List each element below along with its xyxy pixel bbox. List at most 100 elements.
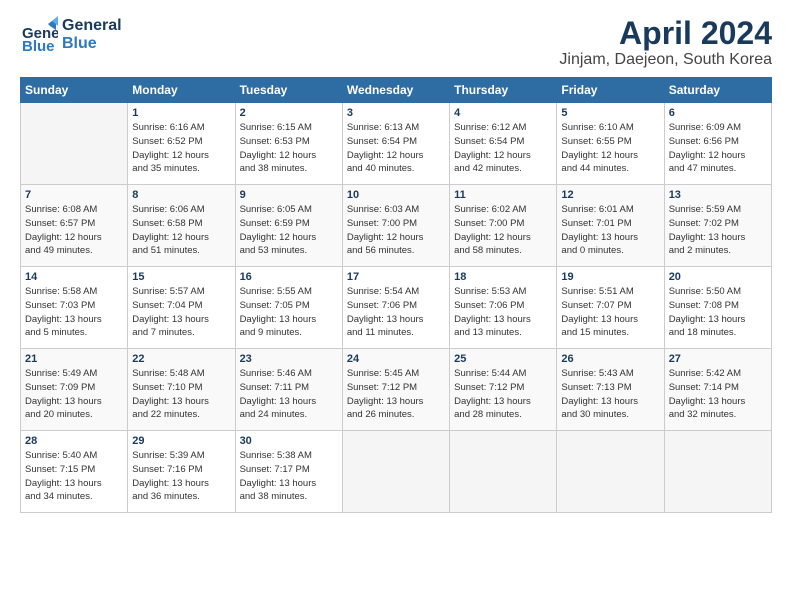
day-info: Sunrise: 6:16 AMSunset: 6:52 PMDaylight:… bbox=[132, 121, 230, 176]
day-info: Sunrise: 6:01 AMSunset: 7:01 PMDaylight:… bbox=[561, 203, 659, 258]
day-cell: 10 Sunrise: 6:03 AMSunset: 7:00 PMDayligh… bbox=[342, 185, 449, 267]
day-number: 25 bbox=[454, 353, 552, 365]
day-info: Sunrise: 5:55 AMSunset: 7:05 PMDaylight:… bbox=[240, 285, 338, 340]
day-cell: 7Sunrise: 6:08 AMSunset: 6:57 PMDaylight… bbox=[21, 185, 128, 267]
day-number: 13 bbox=[669, 189, 767, 201]
day-number: 27 bbox=[669, 353, 767, 365]
day-cell: 26 Sunrise: 5:43 AMSunset: 7:13 PMDayligh… bbox=[557, 349, 664, 431]
day-cell: 3 Sunrise: 6:13 AMSunset: 6:54 PMDaylight… bbox=[342, 103, 449, 185]
day-number: 16 bbox=[240, 271, 338, 283]
col-header-saturday: Saturday bbox=[664, 78, 771, 103]
day-cell: 20Sunrise: 5:50 AMSunset: 7:08 PMDayligh… bbox=[664, 267, 771, 349]
day-info: Sunrise: 6:05 AMSunset: 6:59 PMDaylight:… bbox=[240, 203, 338, 258]
day-number: 5 bbox=[561, 107, 659, 119]
day-cell: 9 Sunrise: 6:05 AMSunset: 6:59 PMDaylight… bbox=[235, 185, 342, 267]
day-cell bbox=[450, 431, 557, 513]
day-info: Sunrise: 5:59 AMSunset: 7:02 PMDaylight:… bbox=[669, 203, 767, 258]
title-area: April 2024 Jinjam, Daejeon, South Korea bbox=[559, 16, 772, 69]
day-cell: 29 Sunrise: 5:39 AMSunset: 7:16 PMDayligh… bbox=[128, 431, 235, 513]
day-info: Sunrise: 6:08 AMSunset: 6:57 PMDaylight:… bbox=[25, 203, 123, 258]
day-number: 6 bbox=[669, 107, 767, 119]
day-cell: 23 Sunrise: 5:46 AMSunset: 7:11 PMDayligh… bbox=[235, 349, 342, 431]
day-cell: 25 Sunrise: 5:44 AMSunset: 7:12 PMDayligh… bbox=[450, 349, 557, 431]
day-info: Sunrise: 6:15 AMSunset: 6:53 PMDaylight:… bbox=[240, 121, 338, 176]
logo-icon: General Blue bbox=[20, 16, 58, 54]
day-number: 26 bbox=[561, 353, 659, 365]
day-number: 10 bbox=[347, 189, 445, 201]
day-cell: 6 Sunrise: 6:09 AMSunset: 6:56 PMDaylight… bbox=[664, 103, 771, 185]
col-header-sunday: Sunday bbox=[21, 78, 128, 103]
day-info: Sunrise: 5:46 AMSunset: 7:11 PMDaylight:… bbox=[240, 367, 338, 422]
day-number: 2 bbox=[240, 107, 338, 119]
logo: General Blue General Blue bbox=[20, 16, 122, 54]
day-cell: 5Sunrise: 6:10 AMSunset: 6:55 PMDaylight… bbox=[557, 103, 664, 185]
day-info: Sunrise: 5:43 AMSunset: 7:13 PMDaylight:… bbox=[561, 367, 659, 422]
day-cell: 28Sunrise: 5:40 AMSunset: 7:15 PMDayligh… bbox=[21, 431, 128, 513]
calendar-table: SundayMondayTuesdayWednesdayThursdayFrid… bbox=[20, 77, 772, 513]
day-number: 29 bbox=[132, 435, 230, 447]
col-header-monday: Monday bbox=[128, 78, 235, 103]
day-number: 17 bbox=[347, 271, 445, 283]
day-number: 21 bbox=[25, 353, 123, 365]
day-info: Sunrise: 5:44 AMSunset: 7:12 PMDaylight:… bbox=[454, 367, 552, 422]
day-number: 3 bbox=[347, 107, 445, 119]
logo-general: General bbox=[62, 17, 122, 35]
col-header-tuesday: Tuesday bbox=[235, 78, 342, 103]
day-info: Sunrise: 5:49 AMSunset: 7:09 PMDaylight:… bbox=[25, 367, 123, 422]
day-cell: 11Sunrise: 6:02 AMSunset: 7:00 PMDayligh… bbox=[450, 185, 557, 267]
day-cell: 2 Sunrise: 6:15 AMSunset: 6:53 PMDaylight… bbox=[235, 103, 342, 185]
day-cell bbox=[664, 431, 771, 513]
day-cell: 30Sunrise: 5:38 AMSunset: 7:17 PMDayligh… bbox=[235, 431, 342, 513]
day-info: Sunrise: 6:02 AMSunset: 7:00 PMDaylight:… bbox=[454, 203, 552, 258]
day-info: Sunrise: 5:53 AMSunset: 7:06 PMDaylight:… bbox=[454, 285, 552, 340]
day-cell bbox=[342, 431, 449, 513]
day-number: 8 bbox=[132, 189, 230, 201]
header: General Blue General Blue April 2024 Jin… bbox=[20, 16, 772, 69]
day-info: Sunrise: 6:06 AMSunset: 6:58 PMDaylight:… bbox=[132, 203, 230, 258]
col-header-friday: Friday bbox=[557, 78, 664, 103]
day-number: 15 bbox=[132, 271, 230, 283]
day-info: Sunrise: 5:48 AMSunset: 7:10 PMDaylight:… bbox=[132, 367, 230, 422]
day-info: Sunrise: 5:51 AMSunset: 7:07 PMDaylight:… bbox=[561, 285, 659, 340]
day-number: 14 bbox=[25, 271, 123, 283]
page: General Blue General Blue April 2024 Jin… bbox=[0, 0, 792, 523]
day-cell: 13 Sunrise: 5:59 AMSunset: 7:02 PMDayligh… bbox=[664, 185, 771, 267]
day-info: Sunrise: 5:39 AMSunset: 7:16 PMDaylight:… bbox=[132, 449, 230, 504]
day-number: 19 bbox=[561, 271, 659, 283]
day-info: Sunrise: 5:45 AMSunset: 7:12 PMDaylight:… bbox=[347, 367, 445, 422]
logo-blue: Blue bbox=[62, 35, 122, 53]
day-cell: 15 Sunrise: 5:57 AMSunset: 7:04 PMDayligh… bbox=[128, 267, 235, 349]
week-row-2: 7Sunrise: 6:08 AMSunset: 6:57 PMDaylight… bbox=[21, 185, 772, 267]
week-row-4: 21 Sunrise: 5:49 AMSunset: 7:09 PMDayligh… bbox=[21, 349, 772, 431]
day-cell: 17 Sunrise: 5:54 AMSunset: 7:06 PMDayligh… bbox=[342, 267, 449, 349]
day-number: 24 bbox=[347, 353, 445, 365]
day-cell: 27 Sunrise: 5:42 AMSunset: 7:14 PMDayligh… bbox=[664, 349, 771, 431]
day-number: 12 bbox=[561, 189, 659, 201]
svg-text:Blue: Blue bbox=[22, 38, 55, 54]
day-number: 20 bbox=[669, 271, 767, 283]
day-number: 23 bbox=[240, 353, 338, 365]
day-cell: 4 Sunrise: 6:12 AMSunset: 6:54 PMDaylight… bbox=[450, 103, 557, 185]
day-cell: 12 Sunrise: 6:01 AMSunset: 7:01 PMDayligh… bbox=[557, 185, 664, 267]
day-info: Sunrise: 5:58 AMSunset: 7:03 PMDaylight:… bbox=[25, 285, 123, 340]
day-number: 9 bbox=[240, 189, 338, 201]
day-info: Sunrise: 5:54 AMSunset: 7:06 PMDaylight:… bbox=[347, 285, 445, 340]
day-number: 4 bbox=[454, 107, 552, 119]
day-number: 30 bbox=[240, 435, 338, 447]
col-header-wednesday: Wednesday bbox=[342, 78, 449, 103]
day-info: Sunrise: 5:57 AMSunset: 7:04 PMDaylight:… bbox=[132, 285, 230, 340]
week-row-5: 28Sunrise: 5:40 AMSunset: 7:15 PMDayligh… bbox=[21, 431, 772, 513]
day-cell: 14 Sunrise: 5:58 AMSunset: 7:03 PMDayligh… bbox=[21, 267, 128, 349]
day-number: 22 bbox=[132, 353, 230, 365]
week-row-1: 1Sunrise: 6:16 AMSunset: 6:52 PMDaylight… bbox=[21, 103, 772, 185]
day-info: Sunrise: 5:42 AMSunset: 7:14 PMDaylight:… bbox=[669, 367, 767, 422]
day-info: Sunrise: 6:09 AMSunset: 6:56 PMDaylight:… bbox=[669, 121, 767, 176]
day-number: 28 bbox=[25, 435, 123, 447]
day-cell: 21 Sunrise: 5:49 AMSunset: 7:09 PMDayligh… bbox=[21, 349, 128, 431]
day-cell bbox=[21, 103, 128, 185]
day-info: Sunrise: 6:13 AMSunset: 6:54 PMDaylight:… bbox=[347, 121, 445, 176]
calendar-title: April 2024 bbox=[559, 16, 772, 51]
day-info: Sunrise: 6:03 AMSunset: 7:00 PMDaylight:… bbox=[347, 203, 445, 258]
day-info: Sunrise: 6:12 AMSunset: 6:54 PMDaylight:… bbox=[454, 121, 552, 176]
day-cell: 19 Sunrise: 5:51 AMSunset: 7:07 PMDayligh… bbox=[557, 267, 664, 349]
